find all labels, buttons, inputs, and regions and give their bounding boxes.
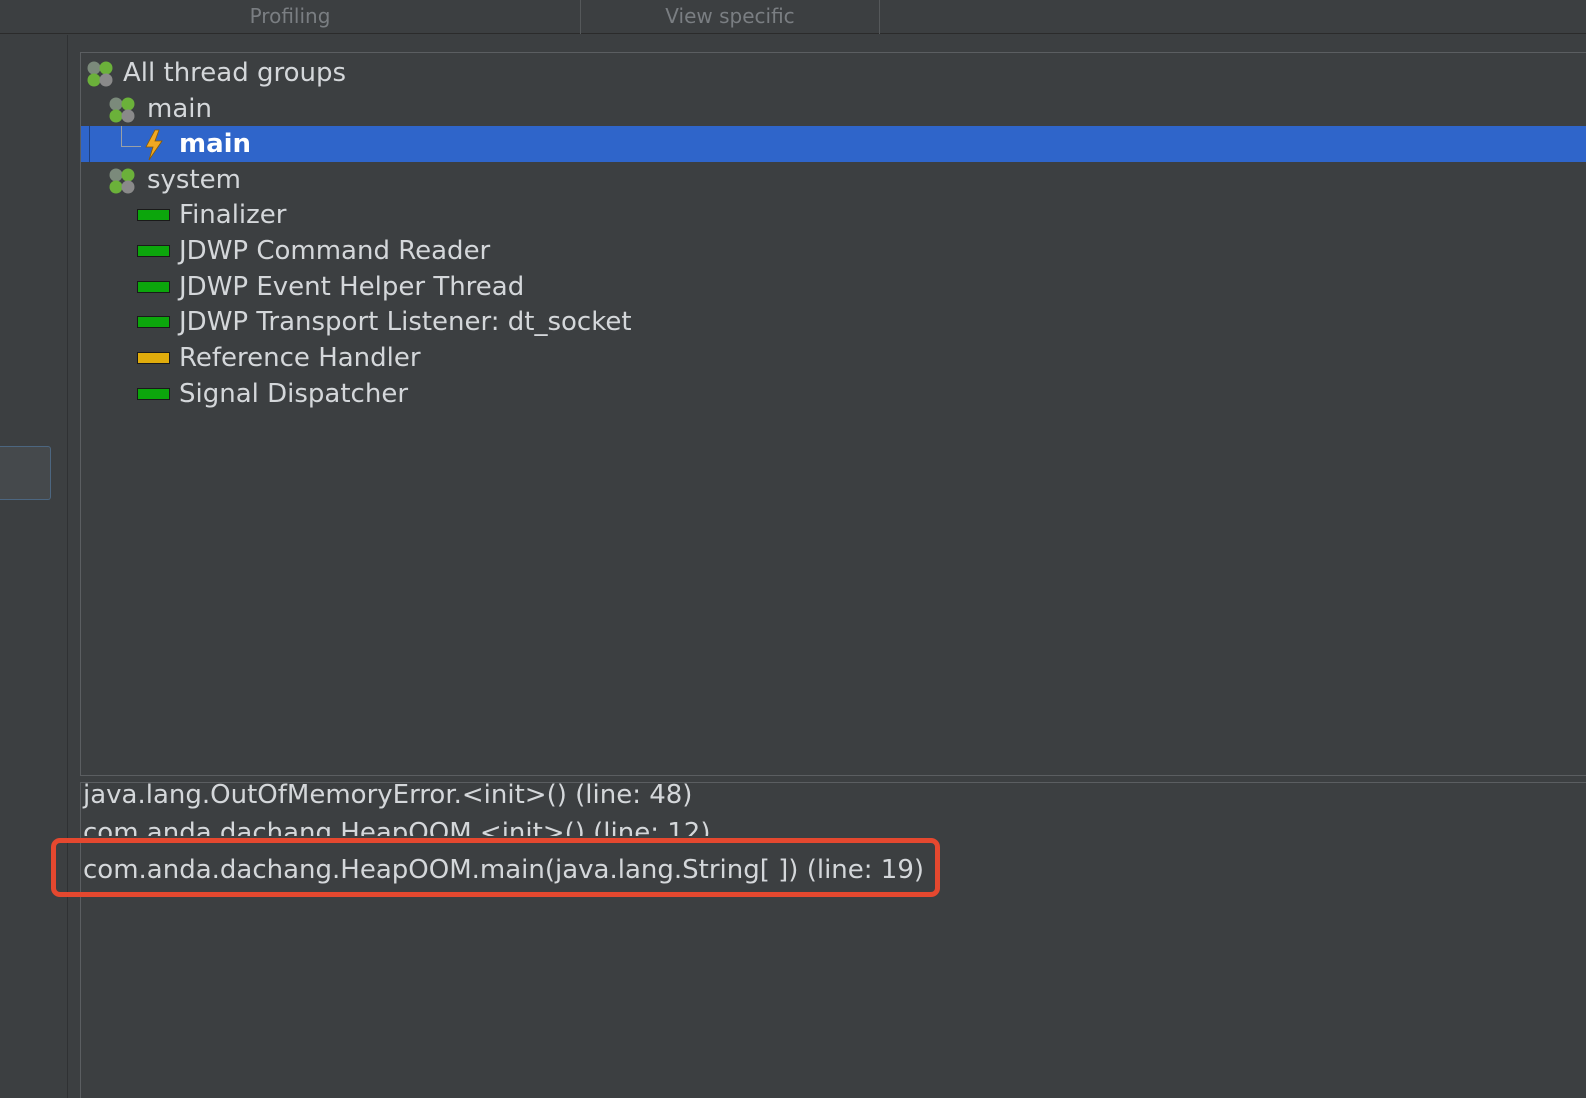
tree-label: All thread groups: [123, 58, 347, 88]
side-toggle-button[interactable]: [0, 446, 51, 500]
running-status-icon: [137, 316, 170, 328]
waiting-status-icon: [137, 352, 170, 364]
tree-label: Reference Handler: [179, 343, 421, 373]
thread-group-icon: [109, 168, 135, 194]
tree-label: JDWP Command Reader: [179, 236, 491, 266]
tree-row-thread[interactable]: Finalizer: [81, 197, 1586, 233]
tab-profiling[interactable]: Profiling: [0, 0, 581, 34]
tree-connector: [121, 146, 141, 147]
tree-row-thread[interactable]: Reference Handler: [81, 340, 1586, 376]
tree-label: system: [147, 165, 241, 195]
running-status-icon: [137, 245, 170, 257]
tree-label: JDWP Transport Listener: dt_socket: [179, 307, 632, 337]
tree-label: JDWP Event Helper Thread: [179, 272, 525, 302]
left-gutter: [0, 35, 68, 1098]
tree-label: main: [179, 129, 252, 159]
tree-row-thread[interactable]: JDWP Event Helper Thread: [81, 269, 1586, 305]
tree-row-thread-main[interactable]: main: [81, 126, 1586, 162]
tree-row-thread[interactable]: JDWP Transport Listener: dt_socket: [81, 304, 1586, 340]
stack-trace-panel: java.lang.OutOfMemoryError.<init>() (lin…: [80, 780, 1586, 1098]
stack-frame[interactable]: java.lang.OutOfMemoryError.<init>() (lin…: [83, 776, 692, 814]
tree-row-group-main[interactable]: main: [81, 91, 1586, 127]
tree-row-all-thread-groups[interactable]: All thread groups: [81, 55, 1586, 91]
lightning-bolt-icon: [145, 129, 163, 161]
stack-frame[interactable]: com.anda.dachang.HeapOOM.<init>() (line:…: [83, 814, 710, 836]
tree-label: Signal Dispatcher: [179, 379, 409, 409]
running-status-icon: [137, 209, 170, 221]
tree-guide: [89, 126, 90, 162]
tree-row-thread[interactable]: JDWP Command Reader: [81, 233, 1586, 269]
tree-row-group-system[interactable]: system: [81, 162, 1586, 198]
tab-bar: Profiling View specific: [0, 0, 1586, 34]
stack-frame-highlighted[interactable]: com.anda.dachang.HeapOOM.main(java.lang.…: [83, 851, 924, 889]
tab-view-specific[interactable]: View specific: [581, 0, 880, 34]
running-status-icon: [137, 281, 170, 293]
stack-frame-text: com.anda.dachang.HeapOOM.<init>() (line:…: [83, 818, 711, 836]
tree-label: main: [147, 94, 212, 124]
tree-connector: [121, 126, 122, 146]
tree-row-thread[interactable]: Signal Dispatcher: [81, 376, 1586, 412]
thread-tree[interactable]: All thread groups main main system Final…: [80, 52, 1586, 776]
thread-group-icon: [109, 97, 135, 123]
thread-group-icon: [87, 61, 113, 87]
running-status-icon: [137, 388, 170, 400]
tree-label: Finalizer: [179, 200, 287, 230]
